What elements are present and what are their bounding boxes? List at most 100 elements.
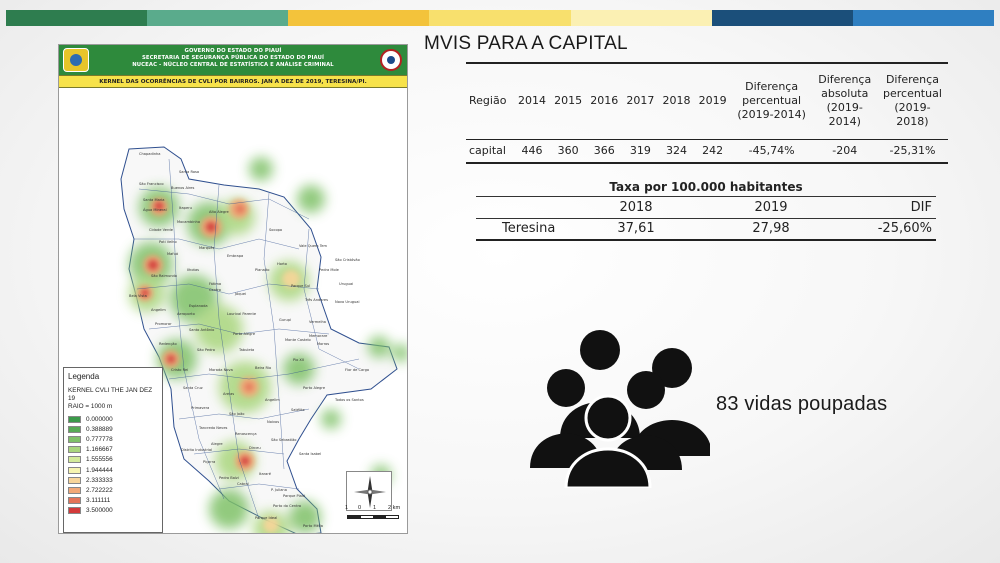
nb-label: Redenção (159, 342, 177, 346)
nb-label: Pedro Balzi (219, 476, 239, 480)
nb-label: Santa Rosa (179, 170, 199, 174)
nb-label: Porto Mélia (303, 524, 323, 528)
legend-swatch (68, 446, 81, 454)
legend-entry: 1.166667 (68, 445, 158, 455)
legend-value: 3.111111 (86, 497, 111, 505)
table1-header-multiline: Diferença percentual (2019-2014) (730, 63, 813, 140)
nb-label: Uruguai (339, 282, 353, 286)
nb-label: Tabuleta (238, 348, 254, 352)
nb-label: Fátima (209, 282, 221, 286)
table1-header: 2015 (550, 63, 587, 140)
band-seg (288, 10, 430, 26)
map-header: GOVERNO DO ESTADO DO PIAUÍ SECRETARIA DE… (59, 45, 407, 75)
legend-value: 0.388889 (86, 425, 113, 433)
table1-header: 2016 (586, 63, 623, 140)
nb-label: Porto Alegre (303, 386, 326, 390)
table1-cell: 319 (622, 139, 659, 164)
scale-bar-graphic (347, 515, 399, 519)
nb-label: Lourival Parente (227, 312, 257, 316)
nb-label: Angelim (265, 398, 280, 402)
nb-label: Chapadinha (139, 152, 161, 156)
nb-label: Morros (317, 342, 329, 346)
table1-header-multiline: Diferença percentual (2019- 2018) (876, 63, 948, 140)
legend-value: 1.166667 (86, 446, 113, 454)
scale-label: 1 (345, 505, 349, 511)
legend-entry: 2.722222 (68, 485, 158, 495)
nb-label: Promorar (155, 322, 172, 326)
legend-value: 2.333333 (86, 476, 113, 484)
table1-cell: 366 (586, 139, 623, 164)
map-header-line3: NUCEAC - NÚCLEO CENTRAL DE ESTATÍSTICA E… (132, 62, 334, 68)
table2-cell: 27,98 (696, 218, 846, 241)
nb-label: Santo Antônio (189, 328, 214, 332)
table1-header: 2019 (694, 63, 731, 140)
nb-label: São Sebastião (271, 438, 296, 442)
table2-header-row: 2018 2019 DIF (476, 196, 936, 219)
nb-label: Poti Velho (159, 240, 177, 244)
nb-label: São Francisco (139, 182, 164, 186)
nb-label: Angelim (151, 308, 166, 312)
legend-swatch (68, 497, 81, 505)
nb-label: Esplanada (189, 304, 208, 308)
nb-label: Centro (209, 288, 221, 292)
nb-label: Planalto (255, 268, 269, 272)
band-seg (147, 10, 289, 26)
nb-label: Vermelha (309, 320, 326, 324)
band-seg (711, 10, 853, 26)
scale-label: 2 km (388, 505, 401, 511)
map-header-line2: SECRETARIA DE SEGURANÇA PÚBLICA DO ESTAD… (141, 55, 325, 61)
legend-swatch (68, 456, 81, 464)
nb-label: Novo Uruguai (335, 300, 360, 304)
nb-label: Renascença (235, 432, 257, 436)
nb-label: Marquês (199, 246, 214, 250)
nb-label: Memorare (309, 334, 328, 338)
header-line: (2019-2014) (737, 108, 806, 122)
table2-header: 2019 (696, 196, 846, 219)
top-color-band (6, 10, 994, 26)
table1-cell: -204 (812, 139, 877, 164)
nb-label: Alegre (211, 442, 223, 446)
legend-entry: 3.500000 (68, 506, 158, 516)
kernel-map-figure: GOVERNO DO ESTADO DO PIAUÍ SECRETARIA DE… (58, 44, 408, 534)
legend-entry: 1.555556 (68, 455, 158, 465)
header-line: absoluta (821, 87, 869, 101)
nb-label: Satélite (291, 408, 306, 412)
table1-header: Região (466, 63, 514, 140)
nb-label: Três Andares (304, 298, 328, 302)
scale-bar: 1 0 1 2 km (343, 503, 407, 525)
header-line: percentual (742, 94, 802, 108)
map-legend: Legenda KERNEL CVLI THE JAN DEZ 19 RAIO … (63, 367, 163, 533)
nb-label: Embrapa (227, 254, 243, 258)
legend-value: 0.000000 (86, 415, 113, 423)
table1-cell: -25,31% (876, 139, 948, 164)
slide-title: MVIS PARA A CAPITAL (424, 33, 628, 54)
legend-radius: RAIO = 1000 m (68, 403, 113, 410)
mvi-comparison-table: Região 2014 2015 2016 2017 2018 2019 Dif… (466, 62, 948, 164)
header-line: Diferença (885, 73, 939, 87)
legend-entry: 0.388889 (68, 424, 158, 434)
nb-label: Bela Vista (129, 294, 147, 298)
nb-label: Santa Maria (143, 198, 165, 202)
legend-title: Legenda (68, 372, 100, 381)
band-seg (570, 10, 712, 26)
nb-label: Santa Cruz (183, 386, 203, 390)
scale-label: 1 (373, 505, 377, 511)
nb-label: Aeroporto (177, 312, 195, 316)
legend-swatch (68, 415, 81, 423)
nb-label: Todos os Santos (334, 398, 364, 402)
nb-label: Buenos Aires (171, 186, 195, 190)
nb-label: Santa Isabel (299, 452, 321, 456)
nb-label: Pio XII (293, 358, 304, 362)
lives-saved-text: 83 vidas poupadas (716, 393, 888, 415)
nb-label: Porto Alegre (233, 332, 256, 336)
legend-swatch (68, 507, 81, 515)
table2-cell: Teresina (476, 218, 576, 241)
table1-cell: capital (466, 139, 514, 164)
header-line: 2014) (828, 115, 861, 129)
band-seg (429, 10, 571, 26)
table1-header: 2014 (513, 63, 551, 140)
band-seg (6, 10, 148, 26)
nb-label: São João (229, 412, 244, 416)
nb-label: Dirceu (249, 446, 261, 450)
nb-label: Parque Sul (291, 284, 310, 288)
